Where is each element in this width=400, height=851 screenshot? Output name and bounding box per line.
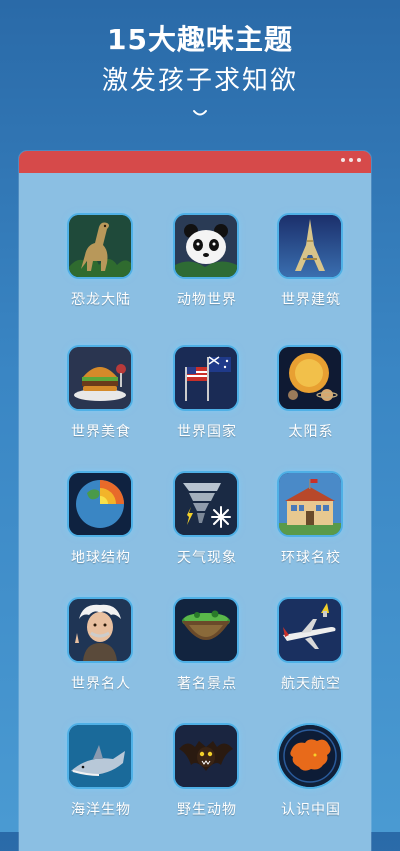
topic-weather[interactable]: 天气现象 — [155, 473, 259, 593]
floating-island-icon — [175, 599, 237, 661]
topic-label: 世界美食 — [71, 424, 131, 440]
topic-label: 环球名校 — [281, 550, 341, 566]
flags-icon — [175, 347, 237, 409]
topic-label: 动物世界 — [177, 292, 237, 308]
topic-famous-attractions[interactable]: 著名景点 — [155, 599, 259, 719]
topic-know-china[interactable]: 认识中国 — [259, 725, 363, 845]
headline-subtitle: 激发孩子求知欲 — [101, 66, 298, 96]
topic-aerospace[interactable]: 航天航空 — [259, 599, 363, 719]
shark-icon — [69, 725, 131, 787]
topic-label: 野生动物 — [177, 802, 237, 818]
panda-icon — [175, 215, 237, 277]
bat-icon — [175, 725, 237, 787]
topic-label: 著名景点 — [177, 676, 237, 692]
headline-title: 15大趣味主题 — [107, 23, 293, 56]
topic-label: 海洋生物 — [71, 802, 131, 818]
topic-animal-world[interactable]: 动物世界 — [155, 215, 259, 335]
topic-famous-people[interactable]: 世界名人 — [49, 599, 153, 719]
topic-label: 地球结构 — [71, 550, 131, 566]
topic-dinosaur-continent[interactable]: 恐龙大陆 — [49, 215, 153, 335]
topic-wild-animals[interactable]: 野生动物 — [155, 725, 259, 845]
topic-global-universities[interactable]: 环球名校 — [259, 473, 363, 593]
planets-icon — [279, 347, 341, 409]
topic-world-food[interactable]: 世界美食 — [49, 347, 153, 467]
topic-label: 世界建筑 — [281, 292, 341, 308]
topic-label: 航天航空 — [281, 676, 341, 692]
school-building-icon — [279, 473, 341, 535]
topic-marine-life[interactable]: 海洋生物 — [49, 725, 153, 845]
panel-header-bar — [19, 151, 371, 173]
topic-label: 天气现象 — [177, 550, 237, 566]
dinosaur-icon — [69, 215, 131, 277]
topic-earth-structure[interactable]: 地球结构 — [49, 473, 153, 593]
airplane-rocket-icon — [279, 599, 341, 661]
topic-solar-system[interactable]: 太阳系 — [259, 347, 363, 467]
topics-panel: 恐龙大陆 动物世界 世界建筑 世界美食 世界国家 太阳系 地球结构 天气现象 环… — [19, 151, 371, 851]
topic-label: 认识中国 — [281, 802, 341, 818]
einstein-icon — [69, 599, 131, 661]
burger-icon — [69, 347, 131, 409]
scroll-hint-icon — [193, 110, 207, 116]
tornado-snow-icon — [175, 473, 237, 535]
china-map-icon — [279, 725, 341, 787]
eiffel-tower-icon — [279, 215, 341, 277]
topic-label: 太阳系 — [288, 424, 334, 440]
topic-world-countries[interactable]: 世界国家 — [155, 347, 259, 467]
topic-world-architecture[interactable]: 世界建筑 — [259, 215, 363, 335]
topic-label: 恐龙大陆 — [71, 292, 131, 308]
topic-label: 世界国家 — [177, 424, 237, 440]
topic-label: 世界名人 — [71, 676, 131, 692]
earth-core-icon — [69, 473, 131, 535]
more-icon[interactable] — [341, 158, 361, 162]
